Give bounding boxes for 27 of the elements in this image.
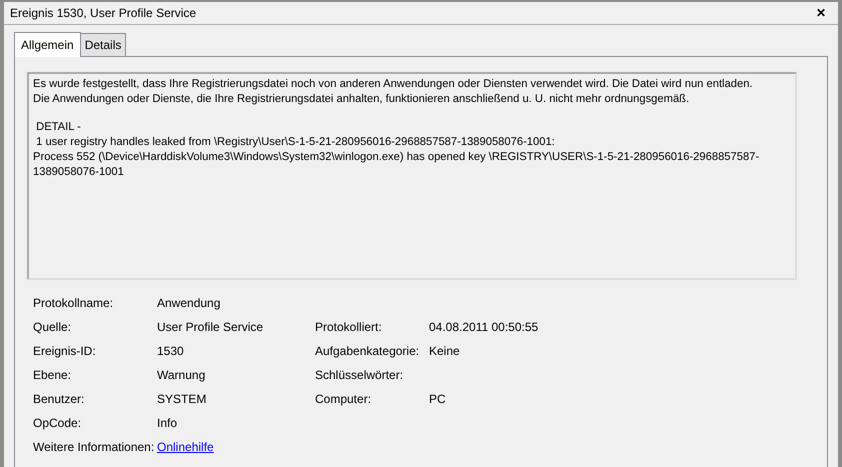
field-label: OpCode: <box>33 415 82 432</box>
field-label: Weitere Informationen: <box>33 439 156 456</box>
message-paragraph: Es wurde festgestellt, dass Ihre Registrierungsdatei noch von anderen Anwendungen oder Diensten verwendet wird. Die Datei wird nun entladen. Die Anwendungen oder Dienste, die Ihre Registrierungsdatei anhalten, funktionieren anschließend u. U. nicht mehr ordnungsgemäß. <box>33 77 753 107</box>
help-link[interactable]: Onlinehilfe <box>157 440 214 454</box>
field-label: Quelle: <box>33 319 72 336</box>
field-value: 1530 <box>157 343 185 360</box>
field-value: Warnung <box>157 367 206 384</box>
field-label: Ereignis-ID: <box>33 343 97 360</box>
field-label: Benutzer: <box>33 391 86 408</box>
field-value: Keine <box>429 343 461 360</box>
close-button[interactable]: ✕ <box>810 7 832 19</box>
field-value: 04.08.2011 00:50:55 <box>429 319 540 336</box>
field-label: Computer: <box>315 391 372 408</box>
tab[interactable]: Details <box>80 33 126 56</box>
field-label: Schlüsselwörter: <box>315 367 404 384</box>
field-value: PC <box>429 391 447 408</box>
message-paragraph: DETAIL - 1 user registry handles leaked from \Registry\User\S-1-5-21-280956016-2968857587-1389058076-1001: Process 552 (\Device\HarddiskVolume3\Windows\System32\winlogon.exe) has opened key \REGISTRY\USER\S-1-5-21-280956016-2968857587- 1389058076-1001 <box>33 120 760 180</box>
field-value: Info <box>157 415 178 432</box>
field-label: Protokolliert: <box>315 319 383 336</box>
field-value: Anwendung <box>157 295 222 312</box>
window-title: Ereignis 1530, User Profile Service <box>10 5 196 22</box>
field-value: SYSTEM <box>157 391 208 408</box>
field-label: Aufgabenkategorie: <box>315 343 420 360</box>
tab[interactable]: Allgemein <box>14 32 81 57</box>
field-value: User Profile Service <box>157 319 264 336</box>
field-label: Protokollname: <box>33 295 114 312</box>
field-label: Ebene: <box>33 367 72 384</box>
